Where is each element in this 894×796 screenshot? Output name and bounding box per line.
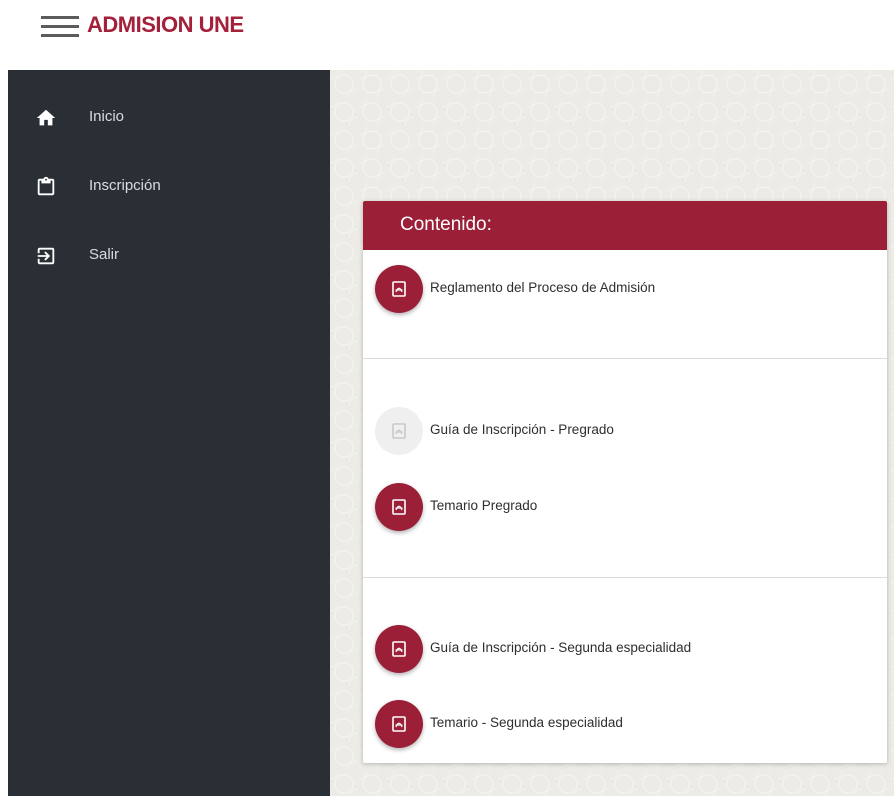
pdf-icon [392, 641, 406, 657]
hamburger-menu-icon[interactable] [41, 15, 79, 39]
document-label: Temario - Segunda especialidad [430, 715, 623, 730]
card-title: Contenido: [400, 214, 492, 235]
document-label: Temario Pregrado [430, 498, 538, 513]
home-icon [35, 107, 57, 129]
content-card: Contenido: Reglamento del Proceso de Adm… [363, 201, 887, 763]
pdf-download-button-disabled [375, 407, 423, 455]
document-label: Reglamento del Proceso de Admisión [430, 280, 656, 295]
document-label: Guía de Inscripción - Segunda especialid… [430, 640, 692, 655]
pdf-icon [392, 716, 406, 732]
section-divider [363, 358, 887, 359]
exit-icon [35, 245, 57, 267]
pdf-download-button[interactable] [375, 625, 423, 673]
document-label: Guía de Inscripción - Pregrado [430, 422, 614, 437]
sidebar-item-label: Inicio [89, 108, 125, 125]
sidebar-item-inicio[interactable]: Inicio [8, 93, 330, 143]
sidebar-item-label: Inscripción [89, 177, 161, 194]
clipboard-icon [35, 176, 57, 198]
document-item-reglamento[interactable]: Reglamento del Proceso de Admisión [375, 265, 875, 313]
pdf-download-button[interactable] [375, 265, 423, 313]
pdf-icon [392, 499, 406, 515]
app-title[interactable]: ADMISION UNE [87, 12, 244, 38]
top-bar: ADMISION UNE [0, 0, 894, 70]
sidebar-item-salir[interactable]: Salir [8, 231, 330, 281]
pdf-icon [392, 423, 406, 439]
sidebar-item-label: Salir [89, 246, 120, 263]
document-item-temario-segunda-especialidad[interactable]: Temario - Segunda especialidad [375, 700, 875, 748]
pdf-icon [392, 281, 406, 297]
sidebar: Inicio Inscripción Salir [8, 70, 330, 796]
pdf-download-button[interactable] [375, 483, 423, 531]
card-header: Contenido: [363, 201, 887, 250]
document-item-temario-pregrado[interactable]: Temario Pregrado [375, 483, 875, 531]
document-item-guia-segunda-especialidad[interactable]: Guía de Inscripción - Segunda especialid… [375, 625, 875, 673]
document-item-guia-pregrado[interactable]: Guía de Inscripción - Pregrado [375, 407, 875, 455]
section-divider [363, 577, 887, 578]
sidebar-item-inscripcion[interactable]: Inscripción [8, 162, 330, 212]
pdf-download-button[interactable] [375, 700, 423, 748]
